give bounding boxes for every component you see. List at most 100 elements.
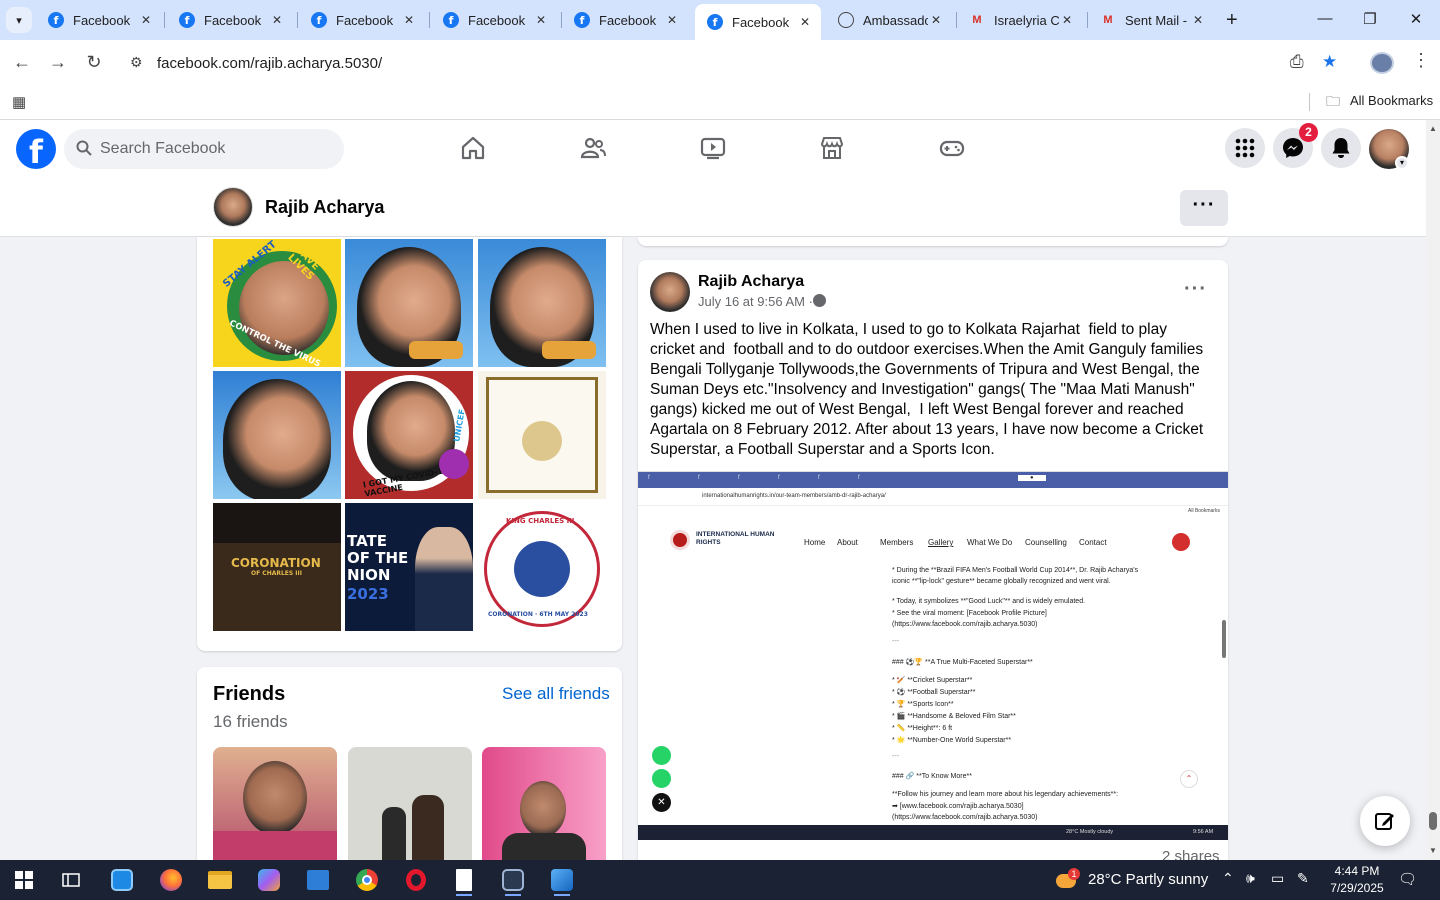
volume-icon[interactable]: 🕪 [1246,870,1255,887]
close-tab-icon[interactable]: ✕ [1190,13,1206,27]
tab-search-button[interactable]: ▾ [6,7,32,33]
notification-center-icon[interactable]: 🗨 [1398,870,1417,888]
windows-start-icon[interactable] [4,864,44,896]
post-date-text[interactable]: July 16 at 9:56 AM [698,294,805,309]
firefox-icon[interactable] [151,864,191,896]
app-icon-blue[interactable] [102,864,142,896]
reload-button[interactable]: ↻ [83,52,105,72]
search-input[interactable] [100,129,330,169]
all-bookmarks-link[interactable]: All Bookmarks [1350,93,1433,108]
photo-certificate[interactable] [478,371,606,499]
photo-coronation[interactable]: CORONATION OF CHARLES III [213,503,341,631]
embedded-text-line: * See the viral moment: [Facebook Profil… [892,610,1047,617]
url-text[interactable]: facebook.com/rajib.acharya.5030/ [157,55,382,72]
photo-stay-alert[interactable]: STAY ALERT SAVE LIVES CONTROL THE VIRUS [213,239,341,367]
minimize-button[interactable]: — [1315,10,1335,27]
notifications-button[interactable] [1321,128,1361,168]
pen-icon[interactable]: ✎ [1297,870,1309,887]
task-view-icon[interactable] [51,864,91,896]
chevron-up-icon[interactable]: ⌃ [1222,870,1234,887]
photo-king-charles[interactable]: KING CHARLES III CORONATION · 6TH MAY 20… [478,503,606,631]
browser-profile-avatar[interactable] [1370,52,1394,74]
photo-portrait[interactable] [478,239,606,367]
photo-portrait[interactable] [345,239,473,367]
close-tab-icon[interactable]: ✕ [533,13,549,27]
profile-more-button[interactable]: ··· [1180,190,1228,226]
facebook-search[interactable] [64,129,344,169]
embedded-separator: --- [892,638,899,645]
browser-tab[interactable]: f Facebook ✕ [167,6,293,34]
restore-button[interactable]: ❐ [1360,10,1380,28]
opera-icon[interactable] [396,864,436,896]
photo-vaccine[interactable]: I GOT MY COVID-19 VACCINE UNICEF [345,371,473,499]
see-all-friends-link[interactable]: See all friends [502,684,610,704]
page-scrollbar[interactable]: ▲ ▼ [1426,120,1440,860]
post-options-button[interactable]: ··· [1184,278,1207,301]
bookmark-star-icon[interactable]: ★ [1322,52,1337,72]
store-icon[interactable] [298,864,338,896]
new-tab-button[interactable]: + [1226,10,1238,30]
close-tab-icon[interactable]: ✕ [1059,13,1075,27]
weather-icon[interactable]: 1 [1056,868,1080,890]
install-app-icon[interactable]: ⎙ [1290,52,1304,72]
scroll-down-arrow-icon[interactable]: ▼ [1429,846,1437,855]
close-window-button[interactable]: ✕ [1406,10,1426,28]
browser-tab[interactable]: Ambassadc ✕ [826,6,952,34]
profile-name[interactable]: Rajib Acharya [265,197,384,218]
browser-menu-icon[interactable]: ⋮ [1412,50,1430,71]
close-tab-icon[interactable]: ✕ [269,13,285,27]
chevron-down-icon[interactable]: ▾ [1395,156,1409,170]
scroll-up-arrow-icon[interactable]: ▲ [1429,124,1437,133]
back-button[interactable]: ← [11,52,33,72]
photo-portrait[interactable] [213,371,341,499]
scroll-thumb[interactable] [1429,812,1437,830]
friend-photo[interactable] [482,747,606,867]
post-author-avatar[interactable] [650,272,690,312]
close-tab-icon[interactable]: ✕ [138,13,154,27]
file-explorer-icon[interactable] [200,864,240,896]
weather-text[interactable]: 28°C Partly sunny [1088,871,1208,888]
site-info-icon[interactable]: ⚙ [130,54,143,71]
photo-state-of-union[interactable]: TATE OF THE NION 2023 [345,503,473,631]
embedded-menu-item: Members [880,538,914,547]
close-tab-icon[interactable]: ✕ [401,13,417,27]
friends-title[interactable]: Friends [213,683,285,706]
browser-tab[interactable]: f Facebook ✕ [431,6,557,34]
post-image-screenshot[interactable]: f f f f f f ● internationalhumanrights.i… [638,471,1228,840]
browser-tab[interactable]: f Facebook ✕ [36,6,162,34]
browser-tab[interactable]: f Facebook ✕ [299,6,425,34]
close-tab-icon[interactable]: ✕ [797,15,813,29]
post-author-name[interactable]: Rajib Acharya [698,273,804,291]
apps-grid-icon[interactable]: ▦ [12,93,26,111]
facebook-logo-icon[interactable]: f [16,129,56,169]
friends-icon[interactable] [579,134,607,162]
browser-tab[interactable]: M Israelyria C ✕ [957,6,1083,34]
chrome-icon[interactable] [347,864,387,896]
notepad-icon[interactable] [444,864,484,896]
browser-tab[interactable]: f Facebook ✕ [562,6,688,34]
close-tab-icon[interactable]: ✕ [928,13,944,27]
forward-button[interactable]: → [47,52,69,72]
friend-photo[interactable] [213,747,337,867]
snipping-tool-icon[interactable] [493,864,533,896]
browser-tab[interactable]: M Sent Mail - ✕ [1088,6,1214,34]
browser-tab-active[interactable]: f Facebook ✕ [695,4,821,40]
photos-icon[interactable] [542,864,582,896]
new-message-button[interactable] [1360,796,1410,846]
gaming-icon[interactable] [938,134,966,162]
home-icon[interactable] [459,134,487,162]
gmail-icon: M [972,14,982,26]
embedded-text-line: * Today, it symbolizes **"Good Luck"** a… [892,598,1086,605]
post-timestamp[interactable]: July 16 at 9:56 AM · [698,294,813,309]
copilot-icon[interactable] [249,864,289,896]
embedded-clock: 9:56 AM [1193,829,1214,835]
menu-grid-button[interactable] [1225,128,1265,168]
tab-title: Sent Mail - [1125,12,1188,28]
video-icon[interactable] [699,134,727,162]
marketplace-icon[interactable] [818,134,846,162]
profile-avatar[interactable] [213,187,253,227]
close-tab-icon[interactable]: ✕ [664,13,680,27]
taskbar-clock[interactable]: 4:44 PM 7/29/2025 [1326,863,1388,897]
network-icon[interactable]: ▭ [1271,870,1284,887]
friend-photo[interactable] [348,747,472,867]
